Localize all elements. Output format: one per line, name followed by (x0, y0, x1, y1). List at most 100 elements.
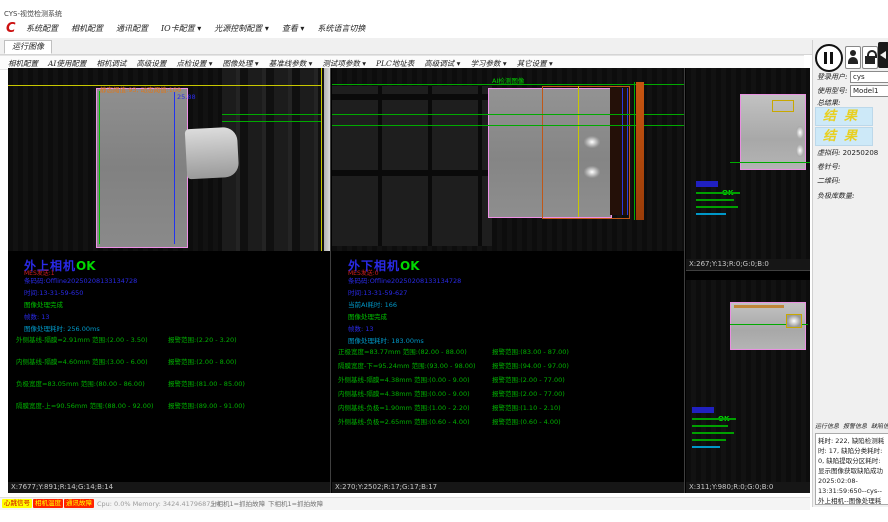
mid-meas-4: 内侧基线-负极=1.90mm 范围:(1.00 - 2.20) (338, 405, 470, 412)
left-frames: 帧数: 13 (24, 314, 50, 321)
roi-box-orange (542, 86, 630, 219)
horn-icon (880, 51, 886, 59)
virtual-code-row: 虚拟码: 20250208 (817, 150, 878, 157)
mid-meas-3: 内侧基线-隔膜=4.38mm 范围:(0.00 - 9.00) (338, 391, 470, 398)
mid-meas-2: 外侧基线-隔膜=4.38mm 范围:(0.00 - 9.00) (338, 377, 470, 384)
total-result-label: 总结果: (817, 100, 840, 107)
left-camera-image[interactable]: 25.88 静态阈值:93, 动态阈值:100 (8, 68, 330, 251)
green-hline-1 (222, 114, 322, 115)
image-panel-grid (332, 86, 492, 246)
green-hline-2 (332, 125, 684, 126)
left-alarm-0: 报警范围:(2.20 - 3.20) (168, 337, 237, 344)
pause-button[interactable] (815, 44, 843, 72)
virtual-code-value: 20250208 (843, 149, 879, 157)
small-bottom-camera-view[interactable]: OK X:311;Y:980;R:0;G:0;B:0 (686, 280, 810, 493)
left-alarm-1: 报警范围:(2.00 - 8.00) (168, 359, 237, 366)
mid-barcode: 条码码:Offline20250208133134728 (348, 278, 461, 285)
camera-temp-status-badge: 相机温度 (33, 499, 63, 508)
login-user-field[interactable]: cys (850, 71, 888, 83)
mini-overlay-title: OK (696, 180, 733, 199)
model-field[interactable]: Model1 (850, 85, 888, 97)
main-area: 25.88 静态阈值:93, 动态阈值:100 外上相机OK MES发送:1 条… (8, 68, 810, 493)
threshold-label: 静态阈值:93, 动态阈值:100 (100, 87, 181, 94)
tab-part (185, 127, 240, 180)
mid-meas-0: 正极宽度=83.77mm 范围:(82.00 - 88.00) (338, 349, 467, 356)
tiny-overlay-line (692, 439, 726, 441)
mini-title-bar (692, 407, 714, 413)
weld-glint-1 (584, 136, 600, 148)
mid-alarm-1: 报警范围:(94.00 - 97.00) (492, 363, 569, 370)
user-icon (850, 50, 856, 56)
ai-image-label: AI检测图像 (492, 78, 524, 85)
weld-glint-2 (584, 166, 600, 178)
left-time: 时间:13-31-59-650 (24, 290, 83, 297)
horn-button[interactable] (878, 42, 888, 68)
left-meas-2: 负极宽度=83.05mm 范围:(80.00 - 86.00) (16, 381, 145, 388)
green-hline (730, 162, 810, 163)
left-camera-view[interactable]: 25.88 静态阈值:93, 动态阈值:100 外上相机OK MES发送:1 条… (8, 68, 331, 493)
tiny-overlay-line (696, 206, 738, 208)
mid-alarm-4: 报警范围:(1.10 - 2.10) (492, 405, 561, 412)
mid-elapsed: 图像处理耗时: 183.00ms (348, 338, 424, 345)
cpu-memory-status: Cpu: 0.0% Memory: 3424.41796875M (97, 501, 220, 508)
menu-item-view[interactable]: 查看 ▾ (282, 25, 305, 33)
info-tab-strip: 运行信息 报警信息 缺陷信息 (815, 424, 888, 430)
small-bottom-image[interactable]: OK (686, 280, 810, 482)
menu-item-io-config[interactable]: IO卡配置 ▾ (161, 25, 201, 33)
model-label: 使用型号: (817, 88, 847, 95)
menu-item-light-config[interactable]: 光源控制配置 ▾ (214, 25, 269, 33)
right-panel: 登录用户: cys 使用型号: Model1 总结果: 结果 结果 虚拟码: 2… (812, 40, 888, 507)
info-tab-defect[interactable]: 缺陷信息 (871, 424, 888, 430)
green-hline-2 (222, 121, 322, 122)
tab-strip: 运行图像 (0, 38, 888, 55)
blue-vline-2 (627, 88, 628, 215)
green-hline-1 (332, 114, 684, 115)
neg-count-label: 负极库数量: (817, 193, 854, 200)
blue-measure-line (174, 92, 175, 244)
menu-bar: C 系统配置 相机配置 通讯配置 IO卡配置 ▾ 光源控制配置 ▾ 查看 ▾ 系… (0, 22, 888, 37)
glint-2 (796, 144, 804, 157)
mid-camera-ok: OK (400, 259, 420, 273)
mid-alarm-2: 报警范围:(2.00 - 77.00) (492, 377, 565, 384)
info-tab-alarm[interactable]: 报警信息 (843, 424, 867, 430)
mini-title-bar (696, 181, 718, 187)
mid-alarm-3: 报警范围:(2.00 - 77.00) (492, 391, 565, 398)
mid-meas-5: 外侧基线-负极=2.65mm 范围:(0.60 - 4.00) (338, 419, 470, 426)
mid-camera-view[interactable]: AI检测图像 外下相机OK MES发送:0 条码码:Offline2025020… (332, 68, 685, 493)
mid-done: 图像处理完成 (348, 314, 387, 321)
tiny-overlay-line (696, 199, 734, 201)
blue-vline-1 (622, 88, 623, 215)
mid-frames: 帧数: 13 (348, 326, 374, 333)
yellow-vline (321, 68, 322, 251)
mid-alarm-5: 报警范围:(0.60 - 4.00) (492, 419, 561, 426)
tab-run-image[interactable]: 运行图像 (4, 40, 52, 54)
glint-1 (796, 126, 804, 139)
green-vline-right (634, 82, 635, 220)
lock-button[interactable] (862, 46, 878, 69)
user-button[interactable] (845, 46, 861, 69)
left-meas-0: 外侧基线-隔膜=2.91mm 范围:(2.00 - 3.50) (16, 337, 148, 344)
small-top-image[interactable]: OK (686, 68, 810, 259)
left-coords-bar: X:7677;Y:891;R:14;G:14;B:14 (8, 482, 330, 493)
yellow-roi-box (772, 100, 794, 112)
tiny-overlay-line (692, 432, 734, 434)
menu-item-camera-config[interactable]: 相机配置 (71, 25, 103, 33)
mid-coords-bar: X:270;Y:2502;R:17;G:17;B:17 (332, 482, 684, 493)
small-bottom-coords-bar: X:311;Y:980;R:0;G:0;B:0 (686, 482, 810, 493)
yellow-roi-box (786, 314, 802, 328)
needle-label: 卷针号: (817, 164, 840, 171)
tiny-overlay-line (692, 446, 720, 448)
mid-camera-image[interactable]: AI检测图像 (332, 68, 684, 251)
left-meas-1: 内侧基线-隔膜=4.60mm 范围:(3.00 - 6.00) (16, 359, 148, 366)
menu-item-system-config[interactable]: 系统配置 (26, 25, 58, 33)
lock-icon (865, 56, 875, 64)
info-tab-run[interactable]: 运行信息 (815, 424, 839, 430)
menu-item-comm-config[interactable]: 通讯配置 (116, 25, 148, 33)
menu-item-language[interactable]: 系统语言切换 (317, 25, 365, 33)
tiny-threshold-text-bar (734, 305, 784, 308)
result-box-2: 结果 (815, 127, 873, 146)
tiny-overlay-line (692, 425, 728, 427)
run-info-log[interactable]: 耗时: 222, 缺陷检测耗时: 17, 缺陷分类耗时: 0, 缺陷提取分区耗时… (815, 433, 888, 505)
left-meas-3: 隔膜宽度-上=90.56mm 范围:(88.00 - 92.00) (16, 403, 154, 410)
small-top-camera-view[interactable]: OK X:267;Y:13;R:0;G:0;B:0 (686, 68, 810, 271)
